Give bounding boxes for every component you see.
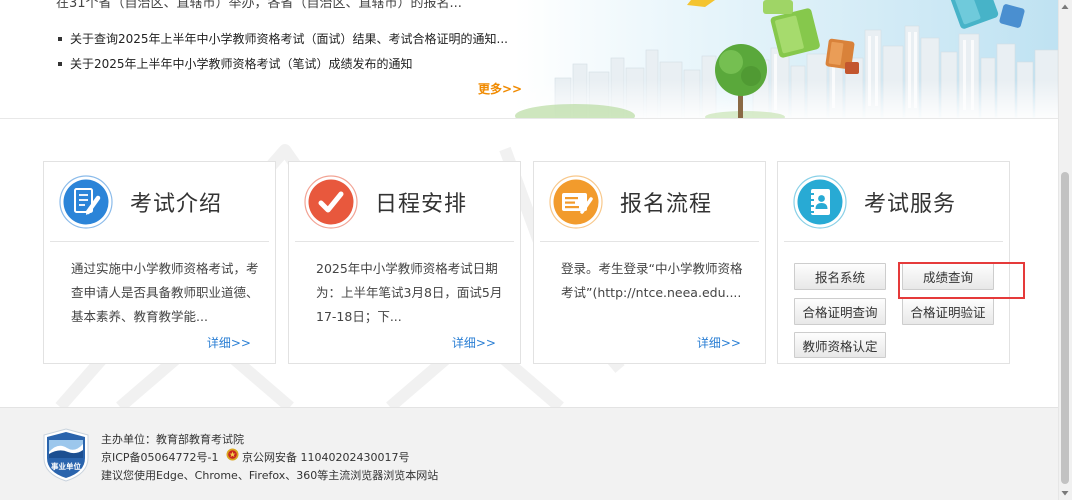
news-link[interactable]: 关于2025年上半年中小学教师资格考试（笔试）成绩发布的通知 <box>70 57 413 71</box>
footer-sponsor: 主办单位：教育部教育考试院 <box>101 433 244 446</box>
card-title: 考试服务 <box>864 192 957 217</box>
card-divider <box>50 241 269 242</box>
detail-link[interactable]: 详细>> <box>207 334 251 351</box>
red-cube <box>845 62 859 74</box>
bullet-icon <box>58 37 62 41</box>
footer-browser-tip: 建议您使用Edge、Chrome、Firefox、360等主流浏览器浏览本网站 <box>101 469 439 482</box>
police-emblem-icon <box>226 448 239 461</box>
card-divider <box>540 241 759 242</box>
card-body: 登录。考生登录“中小学教师资格 考试”(http://ntce.neea.edu… <box>561 257 761 305</box>
public-institution-logo[interactable]: 事业单位 <box>43 428 89 482</box>
footer-police-record-link[interactable]: 京公网安备 11040202430017号 <box>242 449 409 465</box>
card-schedule: 日程安排 2025年中小学教师资格考试日期 为：上半年笔试3月8日，面试5月 1… <box>288 161 521 364</box>
score-query-highlight-box <box>898 262 1025 299</box>
scroll-down-arrow-icon[interactable] <box>1058 486 1072 500</box>
registration-system-button[interactable]: 报名系统 <box>794 263 886 290</box>
intro-text: 在31个省（自治区、直辖市）举办，各省（自治区、直辖市）的报名... <box>56 0 462 11</box>
card-text-line: 通过实施中小学教师资格考试，考 <box>71 261 259 276</box>
document-pencil-icon <box>59 175 113 229</box>
card-text-line: 2025年中小学教师资格考试日期 <box>316 261 498 276</box>
teacher-qualification-button[interactable]: 教师资格认定 <box>794 332 886 358</box>
card-exam-intro: 考试介绍 通过实施中小学教师资格考试，考 查申请人是否具备教师职业道德、 基本素… <box>43 161 276 364</box>
card-text-line: 考试”(http://ntce.neea.edu.... <box>561 285 742 300</box>
card-text-line: 登录。考生登录“中小学教师资格 <box>561 261 743 276</box>
news-link[interactable]: 关于查询2025年上半年中小学教师资格考试（面试）结果、考试合格证明的通知... <box>70 32 508 46</box>
certificate-verify-button[interactable]: 合格证明验证 <box>902 298 994 325</box>
footer-icp-link[interactable]: 京ICP备05064772号-1 <box>101 449 219 465</box>
card-text-line: 为：上半年笔试3月8日，面试5月 <box>316 285 503 300</box>
more-link[interactable]: 更多>> <box>478 80 522 97</box>
news-item[interactable]: 关于2025年上半年中小学教师资格考试（笔试）成绩发布的通知 <box>58 55 413 72</box>
card-title: 报名流程 <box>620 192 713 217</box>
card-divider <box>784 241 1003 242</box>
contact-book-icon <box>793 175 847 229</box>
small-green-cube <box>763 0 793 14</box>
detail-link[interactable]: 详细>> <box>697 334 741 351</box>
news-item[interactable]: 关于查询2025年上半年中小学教师资格考试（面试）结果、考试合格证明的通知... <box>58 30 508 47</box>
card-text-line: 基本素养、教育教学能... <box>71 309 208 324</box>
card-body: 2025年中小学教师资格考试日期 为：上半年笔试3月8日，面试5月 17-18日… <box>316 257 516 329</box>
card-body: 通过实施中小学教师资格考试，考 查申请人是否具备教师职业道德、 基本素养、教育教… <box>71 257 271 329</box>
card-divider <box>295 241 514 242</box>
detail-link[interactable]: 详细>> <box>452 334 496 351</box>
card-title: 考试介绍 <box>130 192 223 217</box>
logo-text: 事业单位 <box>51 461 81 471</box>
bullet-icon <box>58 62 62 66</box>
checkmark-icon <box>304 175 358 229</box>
certificate-query-button[interactable]: 合格证明查询 <box>794 298 886 325</box>
card-text-line: 查申请人是否具备教师职业道德、 <box>71 285 259 300</box>
scroll-up-arrow-icon[interactable] <box>1058 0 1072 14</box>
city-banner-illustration <box>515 0 1058 118</box>
card-registration-process: 报名流程 登录。考生登录“中小学教师资格 考试”(http://ntce.nee… <box>533 161 766 364</box>
scrollbar-thumb[interactable] <box>1061 172 1069 484</box>
registration-form-icon <box>549 175 603 229</box>
card-title: 日程安排 <box>375 192 468 217</box>
card-text-line: 17-18日；下... <box>316 309 402 324</box>
